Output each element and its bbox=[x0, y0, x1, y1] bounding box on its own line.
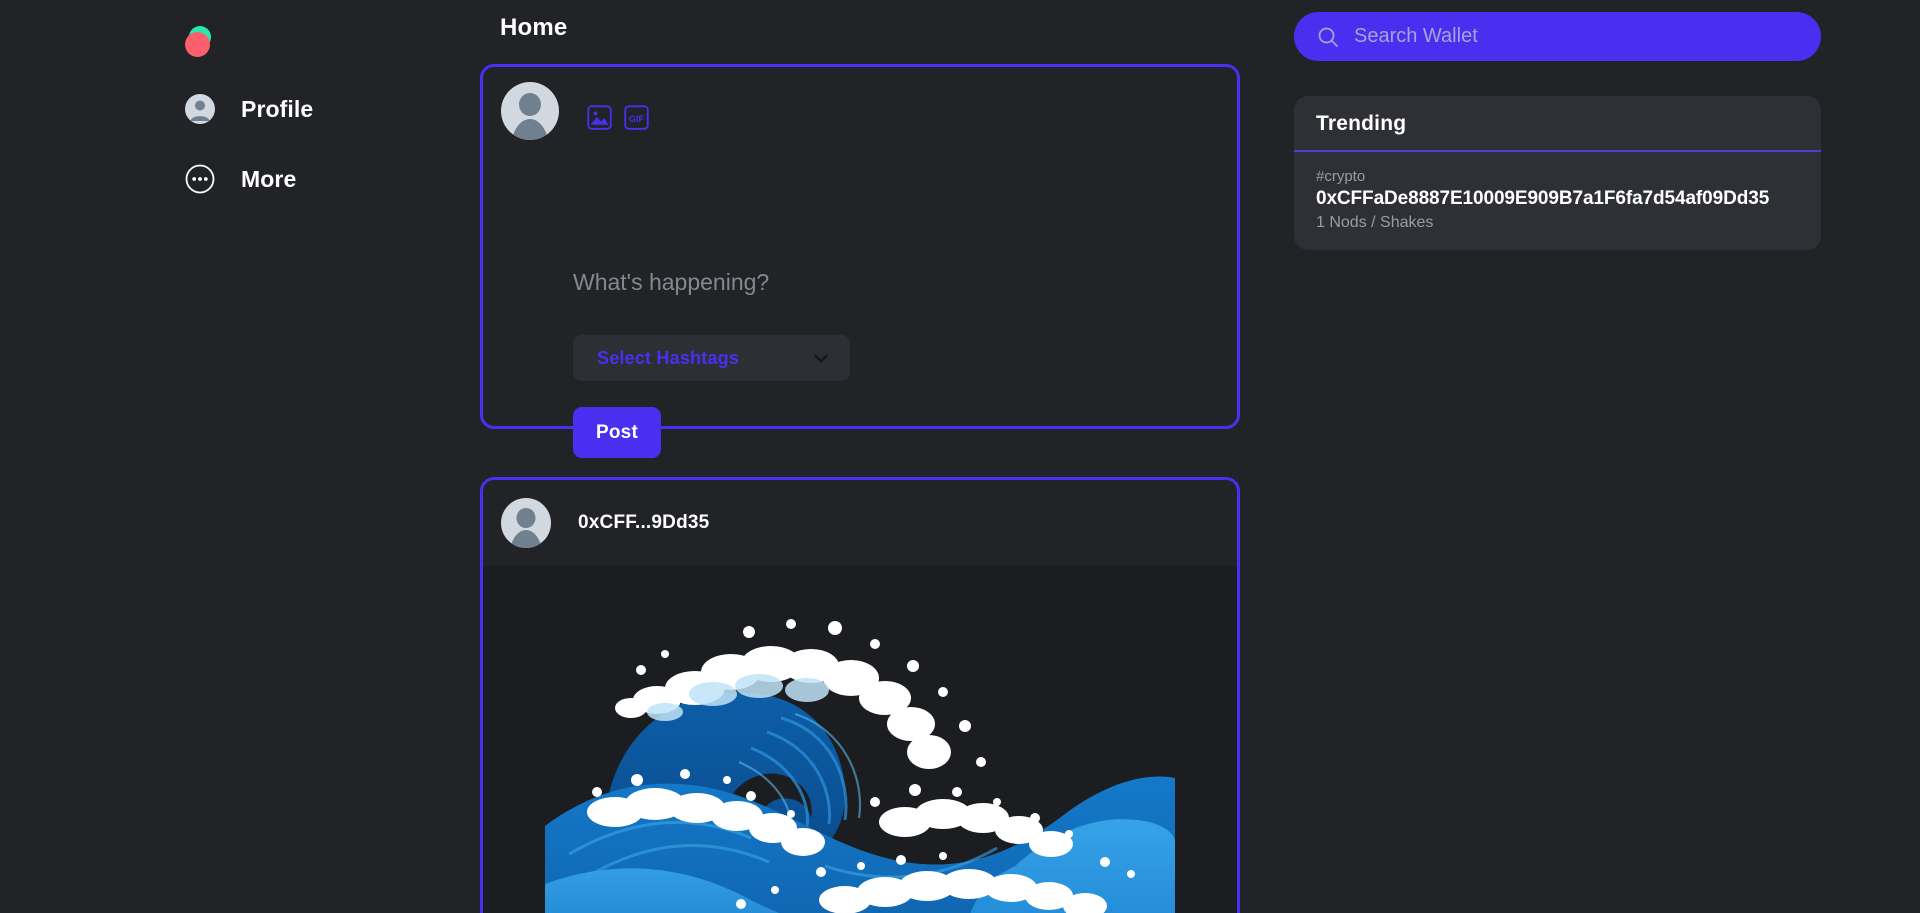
user-avatar-icon bbox=[185, 94, 215, 124]
page-title: Home bbox=[500, 14, 568, 41]
avatar-body bbox=[511, 119, 549, 140]
trending-item[interactable]: #crypto 0xCFFaDe8887E10009E909B7a1F6fa7d… bbox=[1294, 152, 1821, 232]
composer-textarea[interactable] bbox=[573, 267, 1203, 301]
right-rail: Trending #crypto 0xCFFaDe8887E10009E909B… bbox=[1294, 0, 1920, 913]
main-column: Home GIF What's happening? Select Hashta… bbox=[480, 0, 1244, 913]
search-input[interactable] bbox=[1354, 12, 1799, 61]
post-media bbox=[483, 566, 1237, 913]
post-button[interactable]: Post bbox=[573, 407, 661, 458]
hashtag-select-label: Select Hashtags bbox=[597, 347, 740, 368]
feed-post-card: 0xCFF...9Dd35 bbox=[480, 477, 1240, 913]
app-logo[interactable] bbox=[185, 26, 219, 60]
logo-circle-red-icon bbox=[185, 32, 210, 57]
ocean-wave-illustration-icon bbox=[545, 566, 1175, 913]
search-wallet-bar[interactable] bbox=[1294, 12, 1821, 61]
image-icon[interactable] bbox=[587, 104, 612, 130]
avatar-head bbox=[519, 93, 541, 116]
svg-text:GIF: GIF bbox=[629, 113, 644, 123]
sidebar-item-profile-label: Profile bbox=[241, 95, 314, 122]
composer-header: GIF bbox=[501, 82, 649, 140]
post-avatar[interactable] bbox=[501, 498, 551, 548]
more-dots-icon bbox=[185, 164, 215, 194]
post-username[interactable]: 0xCFF...9Dd35 bbox=[578, 512, 709, 534]
composer-avatar bbox=[501, 82, 559, 140]
trending-title: Trending bbox=[1316, 112, 1407, 135]
avatar-body bbox=[509, 530, 543, 548]
app-root: Profile More Home GIF What's happening? … bbox=[0, 0, 1920, 913]
trending-panel: Trending #crypto 0xCFFaDe8887E10009E909B… bbox=[1294, 96, 1821, 250]
search-icon bbox=[1318, 27, 1338, 47]
chevron-down-icon bbox=[814, 354, 828, 363]
trending-tag: #crypto bbox=[1316, 168, 1366, 185]
sidebar: Profile More bbox=[0, 0, 480, 913]
sidebar-item-more-label: More bbox=[241, 165, 297, 192]
trending-meta: 1 Nods / Shakes bbox=[1316, 214, 1434, 231]
sidebar-item-more[interactable]: More bbox=[185, 164, 296, 194]
sidebar-item-profile[interactable]: Profile bbox=[185, 94, 313, 124]
composer-media-buttons: GIF bbox=[587, 93, 649, 130]
avatar-head bbox=[516, 508, 536, 528]
trending-address: 0xCFFaDe8887E10009E909B7a1F6fa7d54af09Dd… bbox=[1316, 188, 1770, 209]
post-composer-card: GIF Select Hashtags Post bbox=[480, 64, 1240, 458]
hashtag-select-dropdown[interactable]: Select Hashtags bbox=[573, 335, 850, 381]
post-header: 0xCFF...9Dd35 bbox=[501, 498, 709, 548]
gif-icon[interactable]: GIF bbox=[624, 104, 649, 130]
